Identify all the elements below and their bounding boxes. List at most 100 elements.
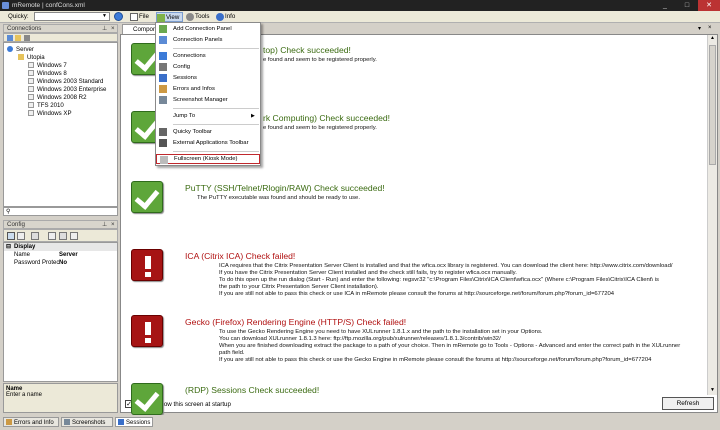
menu-file[interactable]: File [130,12,149,22]
check-description: e found and seem to be registered proper… [263,57,377,63]
property-row[interactable]: Name Server [4,251,117,259]
folder-icon [18,54,24,60]
alphabetical-icon[interactable] [17,232,25,240]
maximize-button[interactable]: □ [676,0,698,11]
close-icon[interactable]: × [111,25,115,33]
new-connection-icon[interactable] [7,35,13,41]
refresh-button[interactable]: Refresh [662,397,714,410]
search-icon: ⚲ [6,209,11,215]
host-status-icon[interactable] [70,232,78,240]
collapse-icon[interactable]: ⊟ [6,243,11,251]
config-panel-header: Config ⊥ × [3,220,118,229]
ext-apps-icon [159,139,167,147]
tools-icon [186,13,194,21]
property-row[interactable]: Password Protec No [4,259,117,267]
add-panel-icon [159,25,167,33]
minimize-button[interactable]: _ [654,0,676,11]
globe-icon[interactable] [114,12,123,21]
tree-node[interactable]: Windows 2003 Standard [28,78,103,86]
tree-node[interactable]: Windows 7 [28,62,67,70]
tree-node[interactable]: Windows 2003 Enterprise [28,86,106,94]
view-menu-item[interactable]: Config [156,62,260,72]
check-title: ICA (Citrix ICA) Check failed! [185,251,296,261]
menu-info[interactable]: Info [216,12,235,22]
view-menu-item[interactable]: Jump To ▶ [156,111,260,121]
tree-node[interactable]: Utopia [18,54,45,62]
view-menu-item[interactable]: Fullscreen (Kiosk Mode) [156,154,260,164]
scroll-down-icon[interactable]: ▼ [710,387,715,393]
property-value: Server [59,252,78,258]
check-description: To use the Gecko Rendering Engine you ne… [219,329,681,363]
errors-icon [159,85,167,93]
tree-node[interactable]: Server [7,46,34,54]
errors-icon [6,419,12,425]
sessions-icon [118,419,124,425]
view-menu-item[interactable]: Screenshot Manager [156,95,260,105]
app-icon [2,2,9,9]
menu-separator [173,151,259,152]
config-icon [159,63,167,71]
property-category[interactable]: ⊟ Display [4,243,117,251]
quicky-dropdown-icon[interactable]: ▼ [102,13,107,19]
menu-view[interactable]: View [156,12,184,22]
check-title: top) Check succeeded! [263,45,351,55]
sort-icon[interactable] [24,35,30,41]
view-menu-item[interactable]: Connections [156,51,260,61]
tab-errors-and-info[interactable]: Errors and Info [3,417,59,427]
screenshot-icon [159,96,167,104]
quicky-input[interactable] [34,12,110,21]
default-icon[interactable] [59,232,67,240]
view-menu-item[interactable]: Add Connection Panel [156,24,260,34]
pin-icon[interactable]: ⊥ [102,25,107,33]
properties-icon[interactable] [31,232,39,240]
submenu-arrow-icon: ▶ [251,113,255,119]
tab-sessions[interactable]: Sessions [115,417,153,427]
check-description: ICA requires that the Citrix Presentatio… [219,263,673,297]
connection-icon [28,110,34,116]
connection-icon [28,102,34,108]
inheritance-icon[interactable] [48,232,56,240]
window-title: mRemote | confCons.xml [12,2,85,9]
close-tab-icon[interactable]: × [708,25,712,31]
tab-screenshots[interactable]: Screenshots [61,417,113,427]
connections-icon [159,52,167,60]
menu-separator [173,124,259,125]
property-grid: ⊟ Display Name Server Password Protec No [3,242,118,382]
view-menu-item[interactable]: External Applications Toolbar [156,138,260,148]
connections-tree: Server Utopia Windows 7 Windows 8 Windows 20… [3,42,118,207]
view-menu-item[interactable]: Sessions [156,73,260,83]
failure-alert-icon [131,315,163,347]
menu-separator [173,108,259,109]
info-icon [216,13,224,21]
failure-alert-icon [131,249,163,281]
scrollbar[interactable]: ▲ ▼ [707,35,717,395]
tree-node[interactable]: TFS 2010 [28,102,64,110]
scroll-thumb[interactable] [709,45,716,165]
property-key: Name [14,252,31,258]
close-button[interactable]: ✕ [698,0,720,11]
check-description: e found and seem to be registered proper… [263,125,377,131]
scroll-up-icon[interactable]: ▲ [710,35,715,41]
connections-toolbar [3,33,118,42]
menu-tools[interactable]: Tools [186,12,209,22]
check-title: (RDP) Sessions Check succeeded! [185,385,320,395]
tree-node[interactable]: Windows XP [28,110,72,118]
connection-icon [28,86,34,92]
view-menu-item[interactable]: Quicky Toolbar [156,127,260,137]
config-toolbar [3,229,118,242]
tree-search-bar[interactable]: ⚲ [3,207,118,216]
pin-icon[interactable]: ⊥ [102,221,107,229]
close-icon[interactable]: × [111,221,115,229]
connection-icon [28,94,34,100]
tree-node[interactable]: Windows 2008 R2 [28,94,86,102]
view-menu-item[interactable]: Errors and Infos [156,84,260,94]
success-check-icon [131,383,163,415]
tree-node[interactable]: Windows 8 [28,70,67,78]
categorized-icon[interactable] [7,232,15,240]
title-bar: mRemote | confCons.xml _ □ ✕ [0,0,720,11]
view-menu-item[interactable]: Connection Panels [156,35,260,45]
tab-list-icon[interactable]: ▾ [698,25,701,32]
check-title: rk Computing) Check succeeded! [263,113,391,123]
description-text: Enter a name [6,392,43,398]
new-folder-icon[interactable] [15,35,21,41]
